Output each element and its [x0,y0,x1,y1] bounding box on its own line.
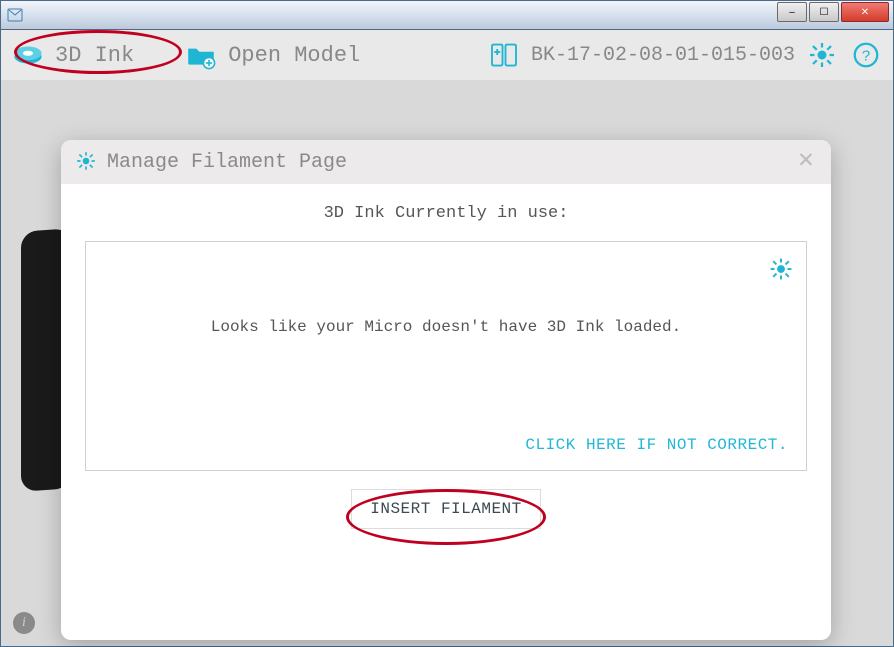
main-stage: i Manage Filament Page ✕ [1,110,893,646]
dialog-close-button[interactable]: ✕ [793,148,819,174]
dialog-subtitle: 3D Ink Currently in use: [85,204,807,223]
manage-filament-dialog: Manage Filament Page ✕ 3D Ink Currently … [61,140,831,640]
svg-text:?: ? [862,47,870,64]
minimize-button[interactable]: – [777,2,807,22]
not-correct-link[interactable]: CLICK HERE IF NOT CORRECT. [525,436,788,454]
open-model-button-label[interactable]: Open Model [228,43,360,68]
minimize-glyph: – [789,7,795,18]
no-ink-message: Looks like your Micro doesn't have 3D In… [86,318,806,336]
ink-button-label[interactable]: 3D Ink [55,43,134,68]
app-icon [7,7,23,23]
app-frame: 3D Ink Open Model BK-17-02-08-01-015-003 [0,30,894,647]
main-toolbar: 3D Ink Open Model BK-17-02-08-01-015-003 [1,30,893,80]
dialog-body: 3D Ink Currently in use: [61,184,831,549]
dialog-header: Manage Filament Page ✕ [61,140,831,184]
spool-icon[interactable] [11,38,45,72]
dialog-gear-icon [75,150,99,174]
insert-filament-button[interactable]: INSERT FILAMENT [351,489,541,529]
printer-id-label: BK-17-02-08-01-015-003 [531,44,795,67]
dialog-title: Manage Filament Page [107,151,347,174]
window-titlebar: – ☐ ✕ [0,0,894,30]
panel-settings-icon[interactable] [768,256,794,287]
window-close-button[interactable]: ✕ [841,2,889,22]
settings-icon[interactable] [805,38,839,72]
device-icon[interactable] [487,38,521,72]
maximize-glyph: ☐ [820,7,829,18]
info-badge[interactable]: i [13,612,35,634]
ink-status-panel: Looks like your Micro doesn't have 3D In… [85,241,807,471]
maximize-button[interactable]: ☐ [809,2,839,22]
folder-icon[interactable] [184,38,218,72]
help-icon[interactable]: ? [849,38,883,72]
close-glyph: ✕ [861,7,869,18]
